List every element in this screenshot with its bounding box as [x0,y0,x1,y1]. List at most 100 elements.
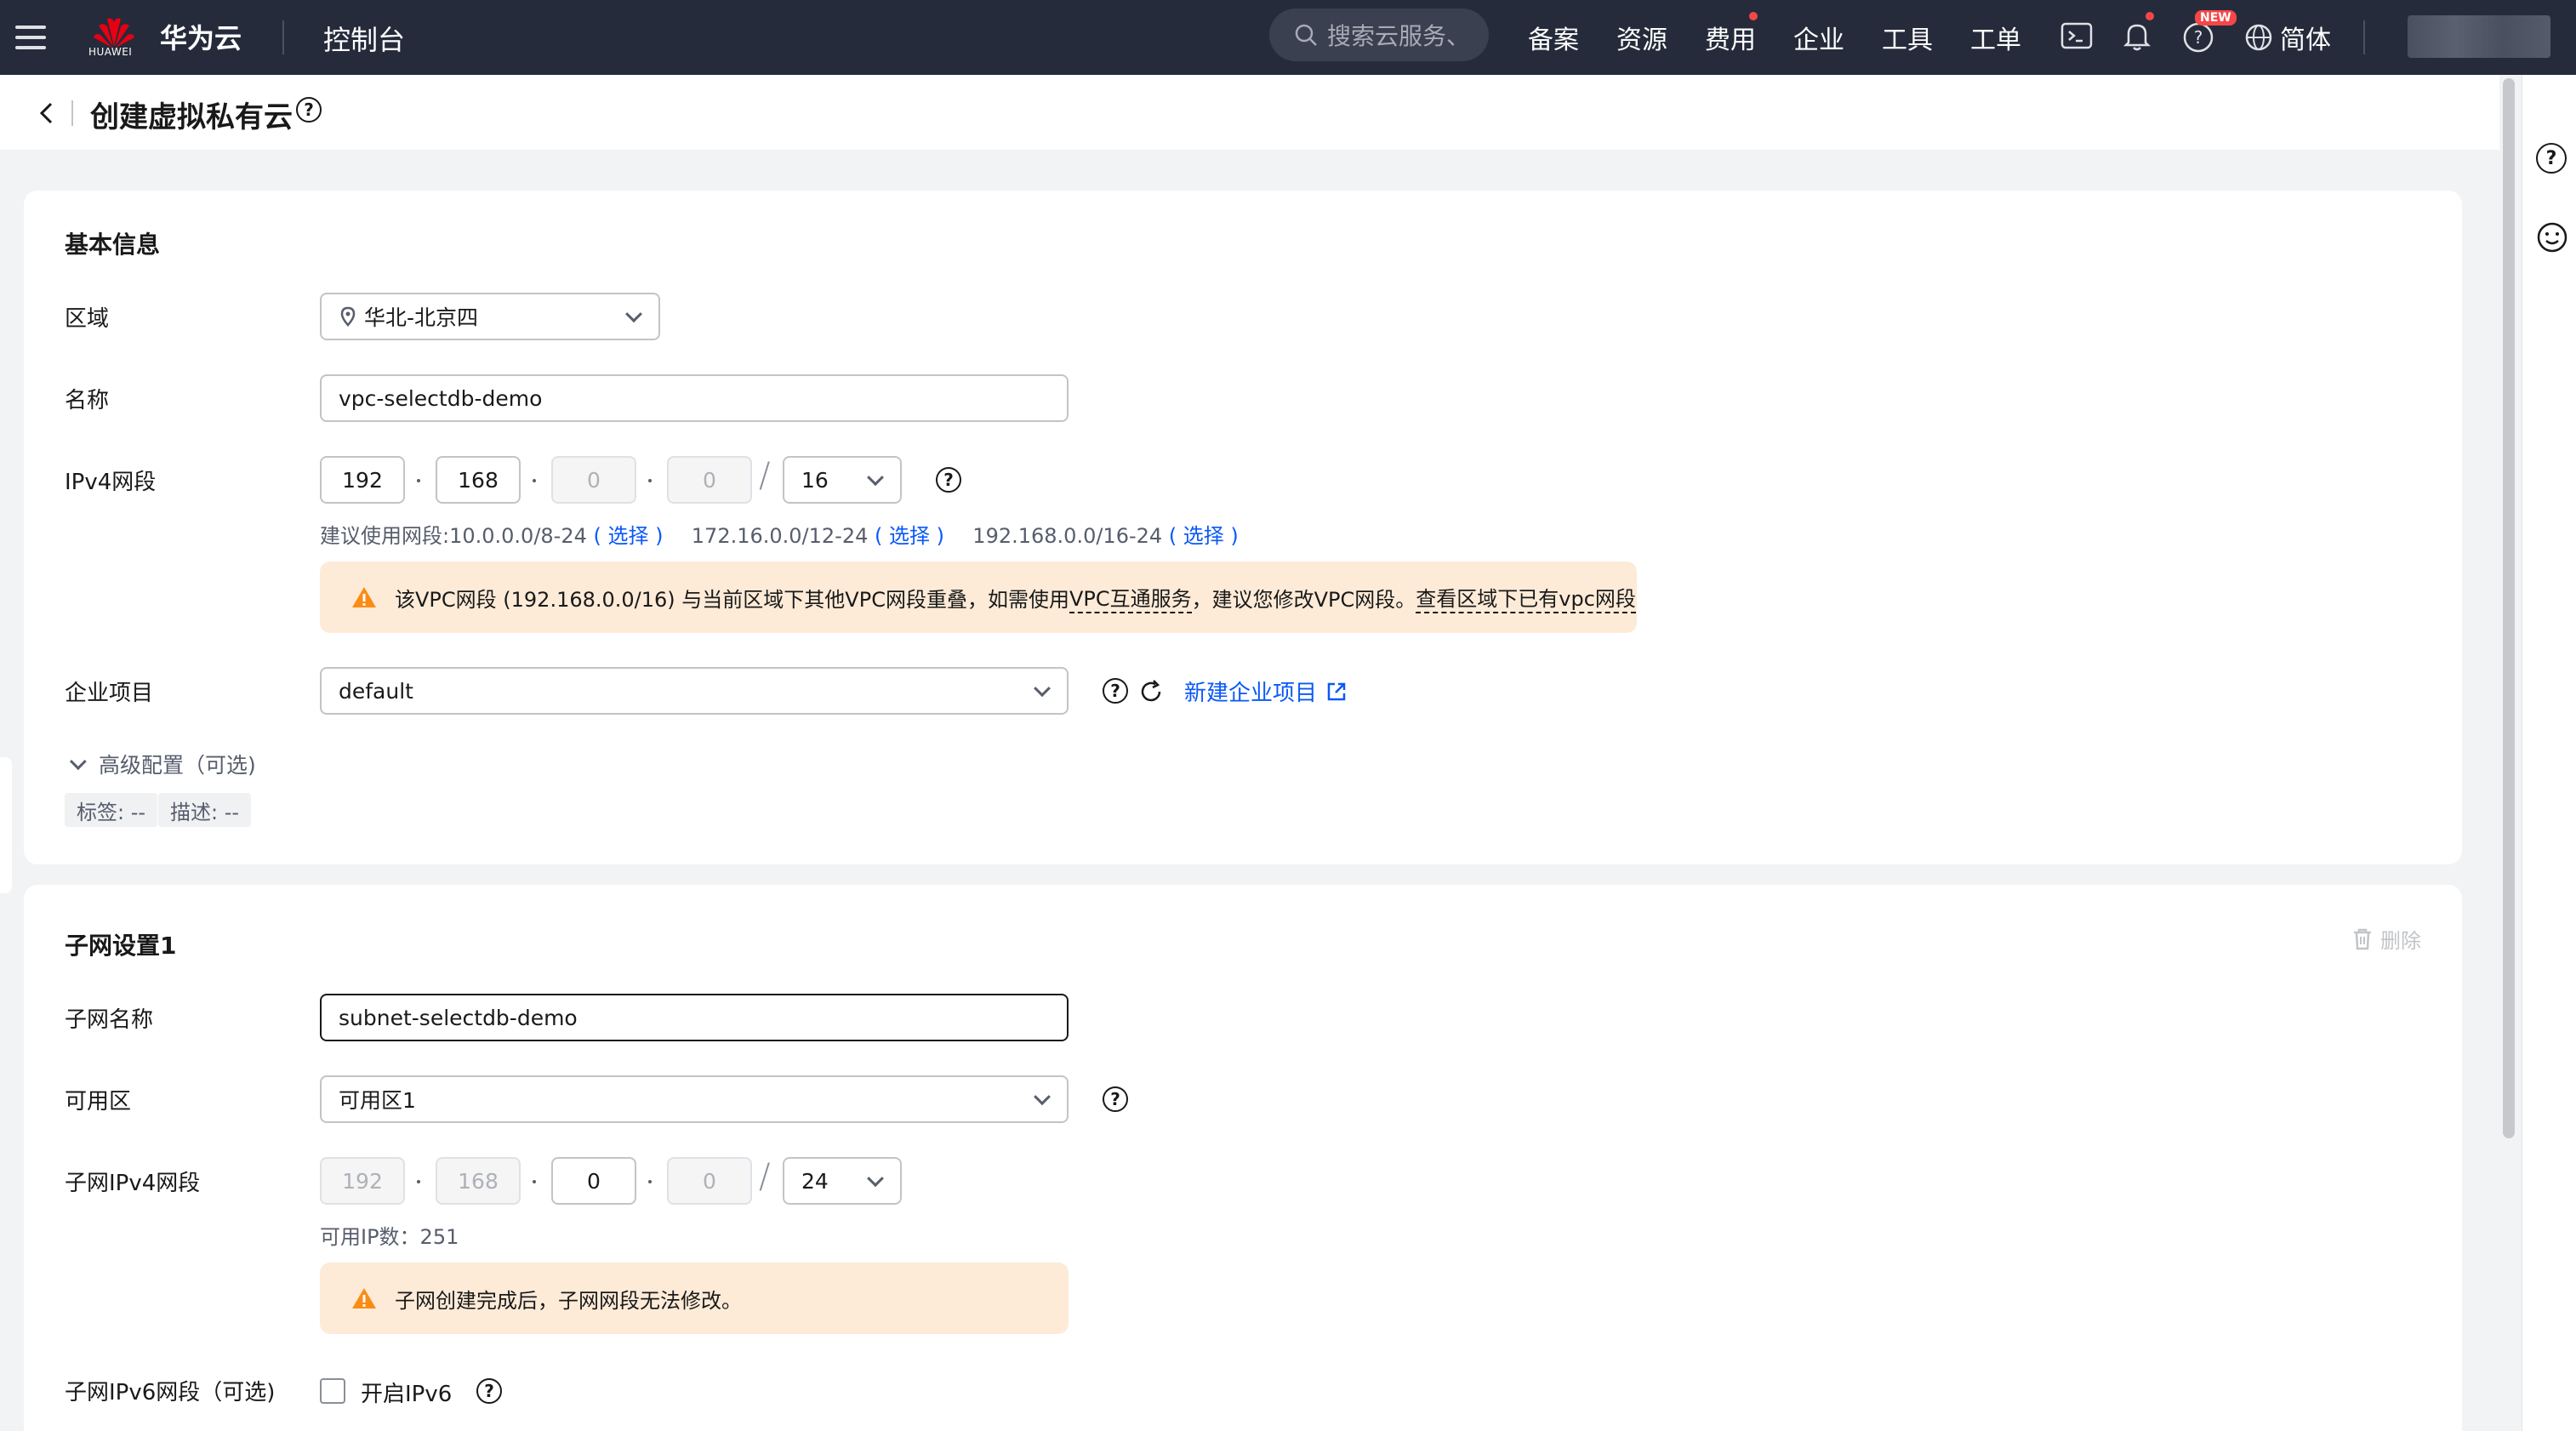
enable-ipv6-label[interactable]: 开启IPv6 [361,1377,452,1408]
feedback-smiley-icon[interactable] [2536,221,2568,254]
nav-resources[interactable]: 资源 [1616,19,1667,56]
ipv6-help-icon[interactable]: ? [476,1378,502,1404]
ip-octet-3-input: 0 [551,456,636,504]
divider [2363,20,2365,54]
subnet-mask-select[interactable]: 24 [783,1157,902,1205]
subnet-ip-octet-2: 168 [458,1168,499,1194]
ip-separator [417,1180,420,1183]
enterprise-project-select[interactable]: default [320,667,1069,715]
mask-slash: / [759,1157,771,1196]
vpc-peering-link[interactable]: VPC互通服务 [1069,582,1192,613]
delete-subnet-button[interactable]: 删除 [2351,924,2421,954]
divider [282,20,284,54]
subnet-name-input[interactable]: subnet-selectdb-demo [320,994,1069,1041]
suggest-3: 192.168.0.0/16-24 [972,524,1163,548]
name-label: 名称 [65,388,110,413]
scrollbar[interactable] [2499,78,2518,1138]
new-badge: NEW [2195,10,2237,26]
menu-icon[interactable] [15,19,46,56]
az-label: 可用区 [65,1089,132,1115]
new-enterprise-project-label: 新建企业项目 [1184,681,1318,706]
sidebar-expand-handle[interactable] [0,757,12,893]
subnet-ipv4-label: 子网IPv4网段 [65,1171,201,1196]
subnet-warning: 子网创建完成后，子网网段无法修改。 [320,1263,1069,1334]
page-title: 创建虚拟私有云 [90,100,293,134]
back-arrow-icon[interactable] [34,99,58,128]
ipv4-help-icon[interactable]: ? [936,467,961,493]
external-link-icon [1327,682,1346,700]
nav-record[interactable]: 备案 [1528,19,1579,56]
brand-name[interactable]: 华为云 [160,17,242,56]
chevron-down-icon [867,1170,884,1188]
subnet-settings-card: 子网设置1 删除 子网名称 subnet-selectdb-demo 可用区 可… [24,885,2462,1431]
console-link[interactable]: 控制台 [323,19,405,58]
chevron-down-icon [69,753,87,771]
subnet-ip-octet-4: 0 [703,1168,716,1194]
nav-tickets[interactable]: 工单 [1970,19,2021,56]
ip-separator [648,1180,652,1183]
advanced-config-label: 高级配置（可选) [99,753,256,778]
top-navigation-bar: HUAWEI 华为云 控制台 搜索云服务、 备案 资源 费用 企业 工具 工单 … [0,0,2576,75]
subnet-ip-octet-1: 192 [342,1168,383,1194]
subnet-mask-value: 24 [801,1168,829,1194]
az-help-icon[interactable]: ? [1103,1086,1128,1112]
user-account-menu[interactable] [2408,15,2550,58]
bell-icon[interactable] [2118,17,2156,54]
ipv4-label: IPv4网段 [65,470,157,495]
region-value: 华北-北京四 [364,305,479,330]
notification-dot [2146,12,2154,20]
logo-text: HUAWEI [88,46,133,58]
terminal-icon[interactable] [2059,17,2096,54]
enable-ipv6-checkbox[interactable] [320,1378,345,1404]
basic-info-card: 基本信息 区域 华北-北京四 名称 vpc-selectdb-demo IPv4… [24,191,2462,864]
help-icon[interactable]: ? [296,97,322,123]
nav-tools[interactable]: 工具 [1882,19,1933,56]
billing-notification-dot [1749,12,1758,20]
ip-octet-2-input[interactable]: 168 [436,456,521,504]
nav-enterprise[interactable]: 企业 [1793,19,1844,56]
ip-octet-1-input[interactable]: 192 [320,456,405,504]
ip-separator [533,479,536,482]
divider [71,100,73,126]
mask-slash: / [759,456,771,495]
ipv6-label: 子网IPv6网段（可选) [65,1380,276,1405]
subnet-warning-text: 子网创建完成后，子网网段无法修改。 [395,1288,742,1313]
chevron-down-icon [867,469,884,487]
refresh-icon[interactable] [1137,677,1165,706]
ip-octet-1: 192 [342,467,383,493]
ip-separator [417,479,420,482]
suggest-1: 建议使用网段:10.0.0.0/8-24 [320,524,587,548]
advanced-config-toggle[interactable]: 高级配置（可选) [69,749,256,779]
help-icon[interactable]: ? [2536,143,2567,174]
choose-link-1[interactable]: ( 选择 ) [594,524,664,548]
choose-link-2[interactable]: ( 选择 ) [875,524,944,548]
chevron-down-icon [1034,1088,1051,1106]
enterprise-project-value: default [339,678,413,704]
warning-icon [352,1288,376,1308]
subnet-ip-octet-3-input[interactable]: 0 [551,1157,636,1205]
mask-value: 16 [801,467,829,493]
language-label: 简体 [2280,26,2331,55]
enterprise-project-label: 企业项目 [65,681,154,706]
vpc-name-input[interactable]: vpc-selectdb-demo [320,374,1069,422]
search-input[interactable]: 搜索云服务、 [1269,9,1489,61]
region-select[interactable]: 华北-北京四 [320,293,660,340]
view-existing-vpc-link[interactable]: 查看区域下已有vpc网段 [1416,582,1636,613]
warning-icon [352,587,376,607]
subnet-ip-octet-2-input: 168 [436,1157,521,1205]
choose-link-3[interactable]: ( 选择 ) [1169,524,1239,548]
section-title: 子网设置1 [65,932,177,960]
ip-octet-4: 0 [703,467,716,493]
nav-billing[interactable]: 费用 [1705,19,1756,56]
svg-text:?: ? [2194,27,2203,48]
mask-select[interactable]: 16 [783,456,902,504]
az-select[interactable]: 可用区1 [320,1075,1069,1123]
tag-summary: 标签: -- [65,793,158,827]
delete-label: 删除 [2380,929,2421,953]
language-switcher[interactable]: 简体 [2244,19,2331,56]
enterprise-help-icon[interactable]: ? [1103,678,1128,704]
subnet-name-label: 子网名称 [65,1007,154,1033]
new-enterprise-project-link[interactable]: 新建企业项目 [1184,676,1348,707]
ip-separator [533,1180,536,1183]
ip-octet-3: 0 [587,467,601,493]
